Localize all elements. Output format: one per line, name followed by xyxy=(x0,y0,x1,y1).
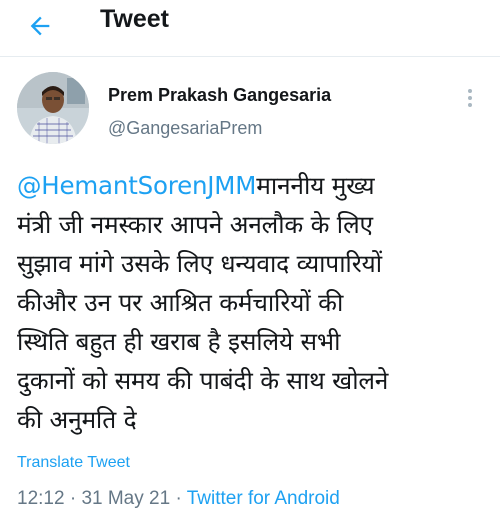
page-title: Tweet xyxy=(100,5,169,33)
separator: · xyxy=(170,488,187,509)
back-button[interactable] xyxy=(22,8,58,44)
tweet-line: कीऔर उन पर आश्रित कर्मचारियों की xyxy=(17,288,344,317)
tweet-line: स्थिति बहुत ही खराब है इसलिये सभी xyxy=(17,327,341,356)
tweet-date: 31 May 21 xyxy=(81,488,171,509)
arrow-left-icon xyxy=(30,16,50,36)
profile-photo-icon xyxy=(17,72,89,144)
translate-tweet-link[interactable]: Translate Tweet xyxy=(17,454,130,472)
mention-link[interactable]: @HemantSorenJMM xyxy=(17,171,256,200)
tweet-time: 12:12 xyxy=(17,488,65,509)
avatar[interactable] xyxy=(17,72,89,144)
separator: · xyxy=(64,488,82,509)
more-options-button[interactable] xyxy=(456,84,484,112)
tweet-line: दुकानों को समय की पाबंदी के साथ खोलने xyxy=(17,366,389,395)
author-handle: @GangesariaPrem xyxy=(108,118,263,138)
tweet-line-text: माननीय मुख्य xyxy=(256,171,375,200)
tweet-source-link[interactable]: Twitter for Android xyxy=(187,488,340,509)
tweet-text: @HemantSorenJMMमाननीय मुख्य मंत्री जी नम… xyxy=(17,166,487,439)
tweet-line: मंत्री जी नमस्कार आपने अनलौक के लिए xyxy=(17,210,373,239)
tweet-line: की अनुमति दे xyxy=(17,405,137,434)
more-vertical-icon xyxy=(468,89,472,107)
author-name[interactable]: Prem Prakash Gangesaria xyxy=(108,85,331,106)
tweet-metadata: 12:12 · 31 May 21 · Twitter for Android xyxy=(17,488,340,510)
tweet-line: @HemantSorenJMMमाननीय मुख्य xyxy=(17,166,487,205)
tweet-line: सुझाव मांगे उसके लिए धन्यवाद व्यापारियों xyxy=(17,249,382,278)
top-bar: Tweet xyxy=(0,0,500,57)
